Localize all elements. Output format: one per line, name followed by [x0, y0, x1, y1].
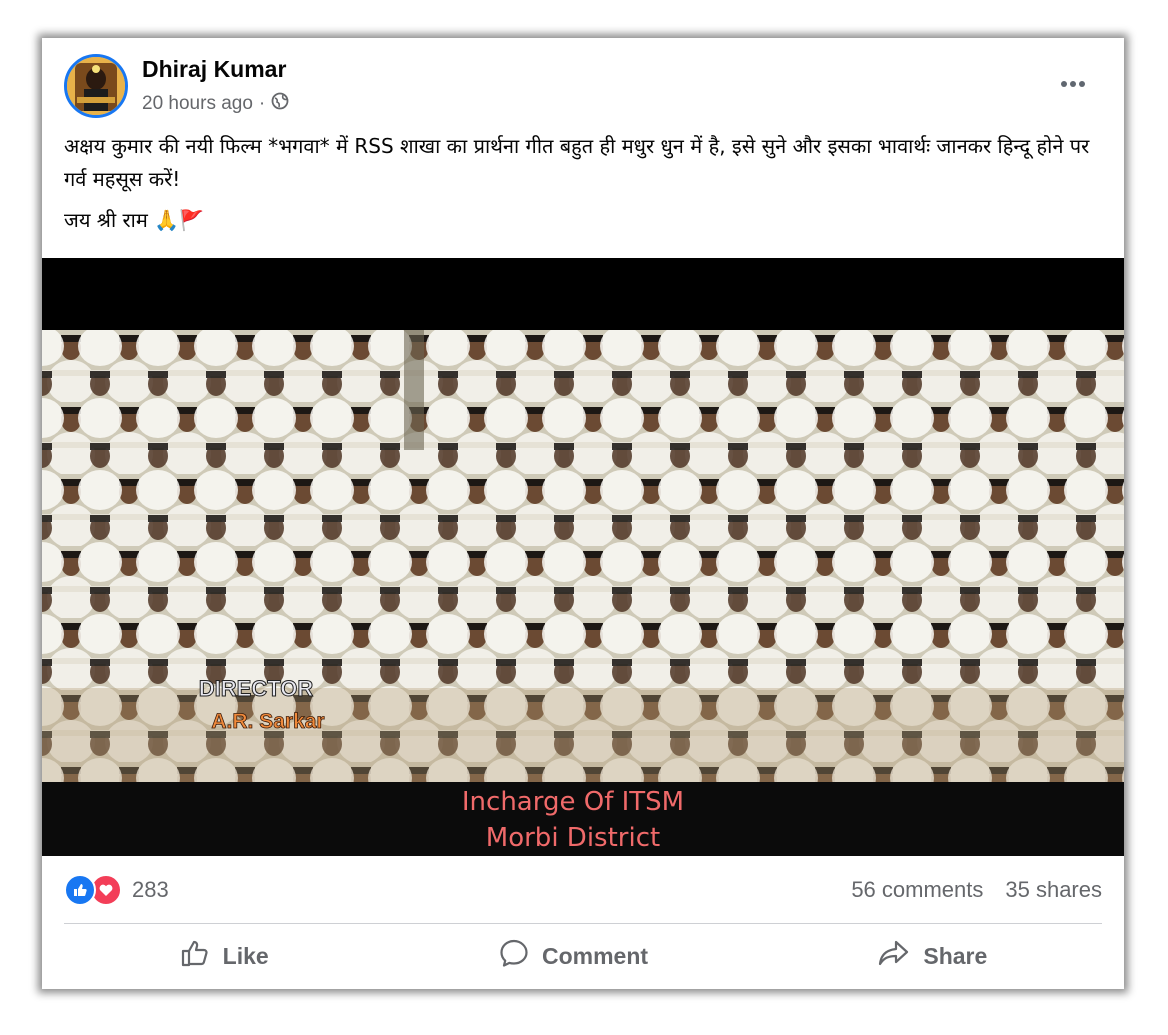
post-text-body: अक्षय कुमार की नयी फिल्म *भगवा* में RSS …: [64, 134, 1090, 191]
post-card: Dhiraj Kumar 20 hours ago · अक्षय कुमार …: [42, 38, 1124, 989]
post-text: अक्षय कुमार की नयी फिल्म *भगवा* में RSS …: [64, 130, 1094, 245]
comment-bubble-icon: [498, 937, 530, 975]
post-meta: 20 hours ago ·: [142, 92, 289, 116]
share-arrow-icon: [877, 937, 911, 975]
post-stats: 283 56 comments 35 shares: [64, 870, 1102, 910]
comments-count-link[interactable]: 56 comments: [851, 877, 983, 903]
video-frame: [42, 330, 1124, 782]
video-caption-line1: Incharge Of ITSM: [462, 787, 684, 817]
comment-button[interactable]: Comment: [478, 931, 668, 981]
globe-icon: [271, 92, 289, 116]
post-timestamp[interactable]: 20 hours ago: [142, 93, 253, 115]
video-player[interactable]: DIRECTOR A.R. Sarkar Incharge Of ITSM Mo…: [42, 258, 1124, 856]
video-caption-line2: Morbi District: [486, 823, 660, 853]
reaction-count: 283: [132, 877, 169, 902]
post-text-tagline: जय श्री राम 🙏🚩: [64, 208, 204, 232]
post-header: Dhiraj Kumar 20 hours ago ·: [64, 54, 1102, 124]
divider: [64, 923, 1102, 924]
action-bar: Like Comment Share: [64, 932, 1102, 980]
avatar[interactable]: [64, 54, 128, 118]
author-name[interactable]: Dhiraj Kumar: [142, 56, 286, 83]
shares-count-link[interactable]: 35 shares: [1005, 877, 1102, 903]
avatar-image: [67, 57, 125, 115]
comment-label: Comment: [542, 942, 649, 969]
reactions-summary[interactable]: 283: [64, 874, 169, 906]
director-credit-name: A.R. Sarkar: [211, 710, 324, 733]
share-label: Share: [923, 942, 988, 969]
director-credit-role: DIRECTOR: [199, 676, 314, 701]
like-label: Like: [222, 942, 269, 969]
meta-separator: ·: [258, 93, 266, 114]
more-options-icon[interactable]: [1058, 72, 1088, 96]
like-reaction-icon: [64, 874, 96, 906]
thumbs-up-icon: [179, 937, 211, 975]
like-button[interactable]: Like: [159, 931, 289, 981]
share-button[interactable]: Share: [857, 931, 1007, 981]
